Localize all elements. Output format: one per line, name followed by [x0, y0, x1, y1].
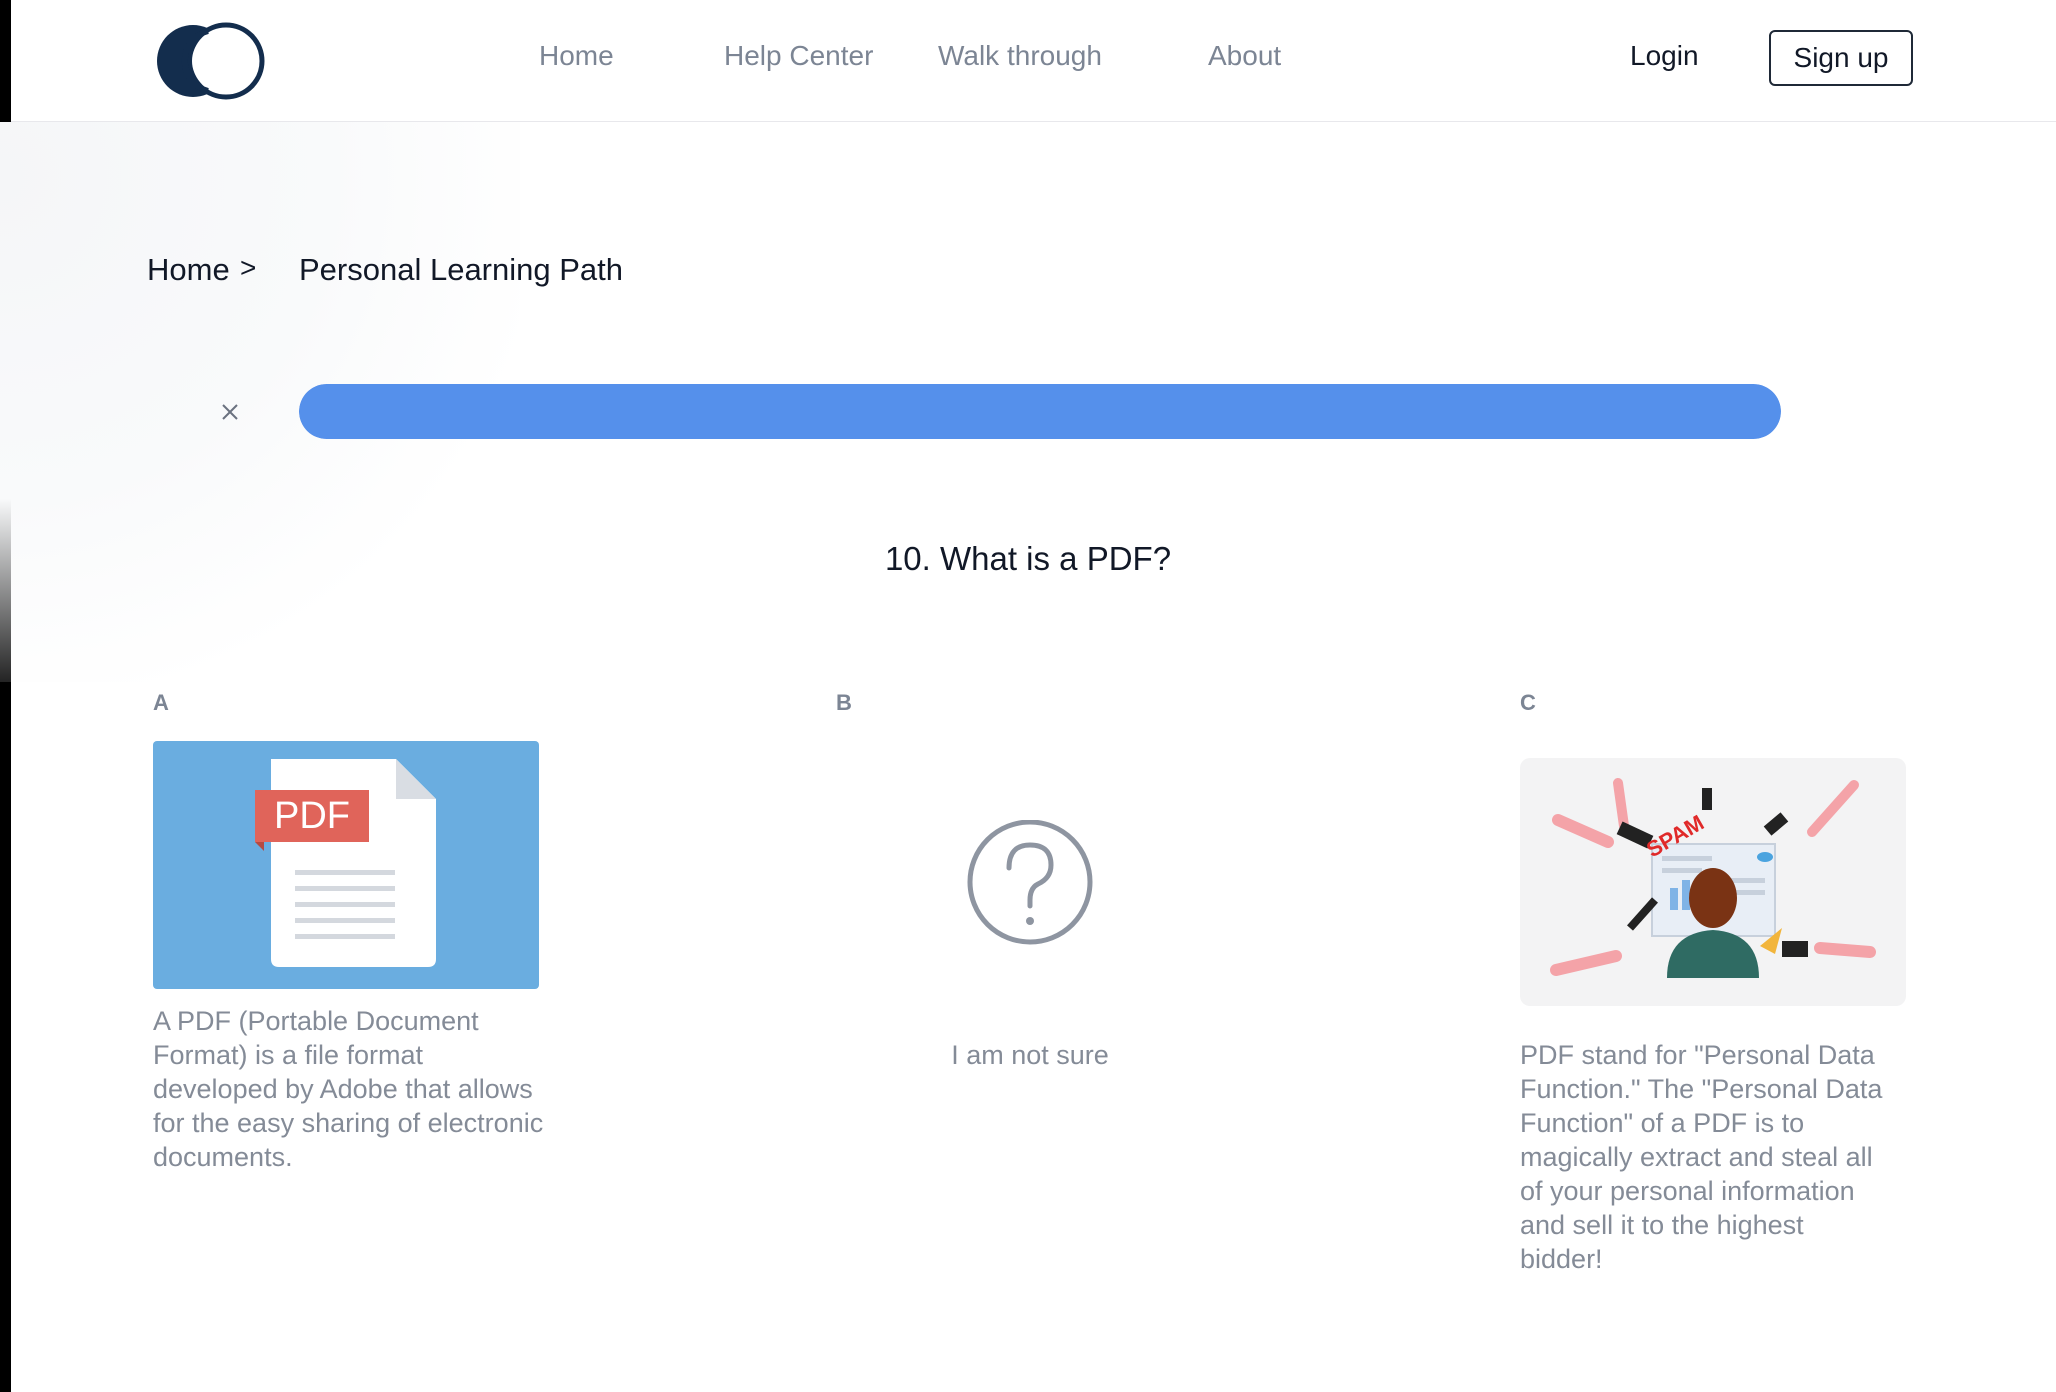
breadcrumb-current: Personal Learning Path	[299, 252, 624, 287]
pdf-badge-text: PDF	[274, 795, 350, 837]
question-mark-icon[interactable]	[964, 820, 1096, 945]
pdf-file-icon[interactable]: PDF	[153, 741, 539, 989]
signup-button[interactable]: Sign up	[1769, 30, 1913, 86]
login-link[interactable]: Login	[1630, 40, 1699, 72]
breadcrumb-separator: >	[240, 252, 257, 283]
nav-about[interactable]: About	[1208, 40, 1281, 72]
option-b-text: I am not sure	[951, 1040, 1109, 1070]
spam-illustration[interactable]: SPAM	[1520, 758, 1906, 1006]
nav-help-center[interactable]: Help Center	[724, 40, 873, 72]
progress-bar	[299, 384, 1781, 439]
close-icon[interactable]	[217, 399, 243, 425]
option-c-letter: C	[1520, 690, 1536, 715]
top-navbar: Home Help Center Walk through About Logi…	[11, 0, 2056, 122]
question-title: 10. What is a PDF?	[884, 540, 1172, 577]
option-c-text: PDF stand for "Personal Data Function." …	[1520, 1040, 1883, 1274]
option-a-text: A PDF (Portable Document Format) is a fi…	[153, 1006, 544, 1172]
logo-icon[interactable]	[151, 21, 271, 101]
option-b-letter: B	[836, 690, 852, 715]
option-a-letter: A	[153, 690, 169, 715]
nav-walk-through[interactable]: Walk through	[938, 40, 1102, 72]
nav-home[interactable]: Home	[539, 40, 614, 72]
breadcrumb-home[interactable]: Home	[147, 252, 230, 288]
progress-fill	[299, 384, 1781, 439]
